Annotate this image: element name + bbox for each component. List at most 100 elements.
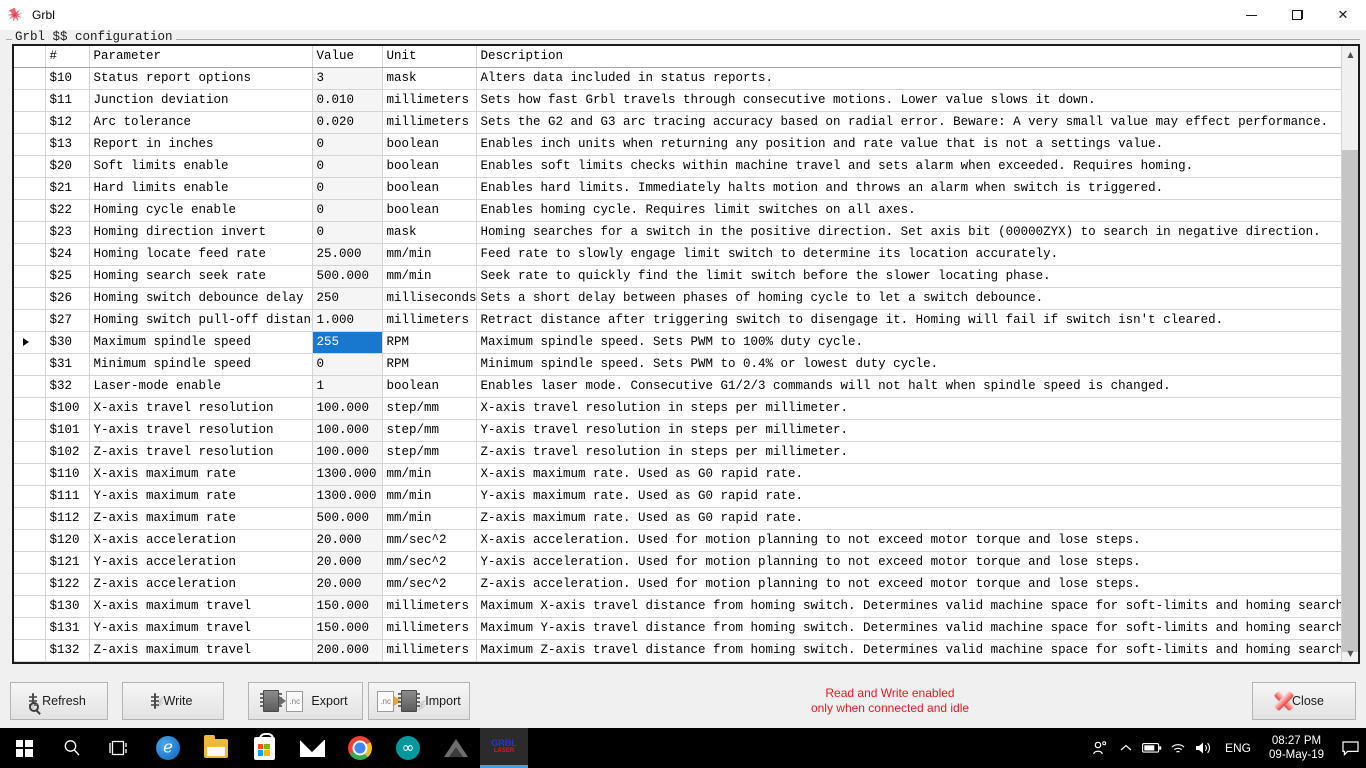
table-row[interactable]: $132 Z-axis maximum travel 200.000 millimet… bbox=[14, 639, 1342, 662]
cell-number[interactable]: $110 bbox=[45, 463, 90, 486]
cell-unit[interactable]: millimeters bbox=[382, 595, 477, 618]
row-header-cell[interactable] bbox=[14, 617, 46, 640]
taskbar-item-grbl[interactable]: GRBL LASER bbox=[480, 728, 528, 768]
cell-parameter[interactable]: X-axis acceleration bbox=[89, 529, 313, 552]
row-header-cell[interactable] bbox=[14, 551, 46, 574]
cell-number[interactable]: $23 bbox=[45, 221, 90, 244]
column-header-number[interactable]: # bbox=[45, 46, 90, 68]
cell-description[interactable]: Maximum Y-axis travel distance from homi… bbox=[476, 617, 1342, 640]
cell-number[interactable]: $111 bbox=[45, 485, 90, 508]
cell-description[interactable]: X-axis maximum rate. Used as G0 rapid ra… bbox=[476, 463, 1342, 486]
cell-parameter[interactable]: Y-axis maximum travel bbox=[89, 617, 313, 640]
column-header-parameter[interactable]: Parameter bbox=[89, 46, 313, 68]
column-header-value[interactable]: Value bbox=[312, 46, 383, 68]
cell-number[interactable]: $122 bbox=[45, 573, 90, 596]
cell-unit[interactable]: millimeters bbox=[382, 639, 477, 662]
taskbar-item-mail[interactable] bbox=[288, 728, 336, 768]
cell-description[interactable]: Retract distance after triggering switch… bbox=[476, 309, 1342, 332]
cell-parameter[interactable]: Junction deviation bbox=[89, 89, 313, 112]
cell-number[interactable]: $27 bbox=[45, 309, 90, 332]
cell-unit[interactable]: boolean bbox=[382, 133, 477, 156]
close-dialog-button[interactable]: Close bbox=[1252, 682, 1356, 720]
table-row[interactable]: $121 Y-axis acceleration 20.000 mm/sec^2 Y-a… bbox=[14, 551, 1342, 574]
table-row[interactable]: $101 Y-axis travel resolution 100.000 step/… bbox=[14, 419, 1342, 442]
show-hidden-icons-chevron-up-icon[interactable] bbox=[1113, 728, 1139, 768]
cell-number[interactable]: $112 bbox=[45, 507, 90, 530]
taskbar-item-search[interactable] bbox=[48, 728, 96, 768]
cell-unit[interactable]: milliseconds bbox=[382, 287, 477, 310]
cell-description[interactable]: Homing searches for a switch in the posi… bbox=[476, 221, 1342, 244]
vertical-scrollbar-thumb[interactable] bbox=[1342, 150, 1358, 652]
write-button[interactable]: ⚡ Write bbox=[122, 682, 224, 720]
cell-parameter[interactable]: Minimum spindle speed bbox=[89, 353, 313, 376]
row-header-cell[interactable] bbox=[14, 199, 46, 222]
cell-number[interactable]: $131 bbox=[45, 617, 90, 640]
cell-value[interactable]: 0 bbox=[312, 353, 383, 376]
cell-description[interactable]: X-axis travel resolution in steps per mi… bbox=[476, 397, 1342, 420]
cell-value[interactable]: 100.000 bbox=[312, 419, 383, 442]
row-header-cell[interactable] bbox=[14, 419, 46, 442]
cell-description[interactable]: X-axis acceleration. Used for motion pla… bbox=[476, 529, 1342, 552]
cell-parameter[interactable]: Laser-mode enable bbox=[89, 375, 313, 398]
cell-value[interactable]: 3 bbox=[312, 67, 383, 90]
network-wifi-icon[interactable] bbox=[1165, 728, 1191, 768]
row-header-cell[interactable] bbox=[14, 353, 46, 376]
table-row[interactable]: $30 Maximum spindle speed 255 RPM Maximum sp… bbox=[14, 331, 1342, 354]
cell-parameter[interactable]: Homing direction invert bbox=[89, 221, 313, 244]
column-header-unit[interactable]: Unit bbox=[382, 46, 477, 68]
table-row[interactable]: $21 Hard limits enable 0 boolean Enables har… bbox=[14, 177, 1342, 200]
clock[interactable]: 08:27 PM 09-May-19 bbox=[1259, 734, 1334, 762]
export-button[interactable]: .nc Export bbox=[248, 682, 363, 720]
table-row[interactable]: $130 X-axis maximum travel 150.000 millimet… bbox=[14, 595, 1342, 618]
cell-number[interactable]: $12 bbox=[45, 111, 90, 134]
row-header-cell[interactable] bbox=[14, 67, 46, 90]
taskbar-item-microsoft-store[interactable] bbox=[240, 728, 288, 768]
cell-parameter[interactable]: Y-axis acceleration bbox=[89, 551, 313, 574]
cell-unit[interactable]: boolean bbox=[382, 155, 477, 178]
cell-description[interactable]: Sets the G2 and G3 arc tracing accuracy … bbox=[476, 111, 1342, 134]
table-row[interactable]: $23 Homing direction invert 0 mask Homing se… bbox=[14, 221, 1342, 244]
table-row[interactable]: $122 Z-axis acceleration 20.000 mm/sec^2 Z-a… bbox=[14, 573, 1342, 596]
cell-description[interactable]: Seek rate to quickly find the limit swit… bbox=[476, 265, 1342, 288]
import-button[interactable]: .nc ⚡ Import bbox=[368, 682, 470, 720]
cell-unit[interactable]: mm/min bbox=[382, 507, 477, 530]
cell-parameter[interactable]: Homing switch pull-off distance bbox=[89, 309, 313, 332]
cell-value[interactable]: 1.000 bbox=[312, 309, 383, 332]
cell-parameter[interactable]: Arc tolerance bbox=[89, 111, 313, 134]
row-header-cell[interactable] bbox=[14, 111, 46, 134]
table-row[interactable]: $11 Junction deviation 0.010 millimeters Set… bbox=[14, 89, 1342, 112]
cell-description[interactable]: Maximum Z-axis travel distance from homi… bbox=[476, 639, 1342, 662]
row-header-cell[interactable] bbox=[14, 155, 46, 178]
cell-unit[interactable]: mask bbox=[382, 67, 477, 90]
row-header-cell[interactable] bbox=[14, 177, 46, 200]
cell-value[interactable]: 25.000 bbox=[312, 243, 383, 266]
cell-unit[interactable]: boolean bbox=[382, 375, 477, 398]
cell-number[interactable]: $10 bbox=[45, 67, 90, 90]
cell-parameter[interactable]: Status report options bbox=[89, 67, 313, 90]
row-header-cell[interactable] bbox=[14, 265, 46, 288]
cell-value[interactable]: 100.000 bbox=[312, 397, 383, 420]
cell-number[interactable]: $100 bbox=[45, 397, 90, 420]
cell-description[interactable]: Sets a short delay between phases of hom… bbox=[476, 287, 1342, 310]
cell-value[interactable]: 0.010 bbox=[312, 89, 383, 112]
taskbar-item-arduino[interactable] bbox=[384, 728, 432, 768]
cell-value[interactable]: 150.000 bbox=[312, 595, 383, 618]
row-header-cell[interactable] bbox=[14, 221, 46, 244]
cell-number[interactable]: $21 bbox=[45, 177, 90, 200]
cell-description[interactable]: Minimum spindle speed. Sets PWM to 0.4% … bbox=[476, 353, 1342, 376]
table-row[interactable]: $131 Y-axis maximum travel 150.000 millimet… bbox=[14, 617, 1342, 640]
cell-value[interactable]: 0 bbox=[312, 155, 383, 178]
table-row[interactable]: $112 Z-axis maximum rate 500.000 mm/min Z-ax… bbox=[14, 507, 1342, 530]
battery-icon[interactable] bbox=[1139, 728, 1165, 768]
cell-value[interactable]: 1300.000 bbox=[312, 485, 383, 508]
cell-number[interactable]: $121 bbox=[45, 551, 90, 574]
cell-parameter[interactable]: Maximum spindle speed bbox=[89, 331, 313, 354]
row-header-cell[interactable] bbox=[14, 89, 46, 112]
cell-number[interactable]: $20 bbox=[45, 155, 90, 178]
cell-parameter[interactable]: Homing cycle enable bbox=[89, 199, 313, 222]
action-center-icon[interactable] bbox=[1334, 728, 1366, 768]
taskbar-item-chrome[interactable] bbox=[336, 728, 384, 768]
cell-parameter[interactable]: Z-axis acceleration bbox=[89, 573, 313, 596]
cell-description[interactable]: Maximum spindle speed. Sets PWM to 100% … bbox=[476, 331, 1342, 354]
cell-number[interactable]: $132 bbox=[45, 639, 90, 662]
